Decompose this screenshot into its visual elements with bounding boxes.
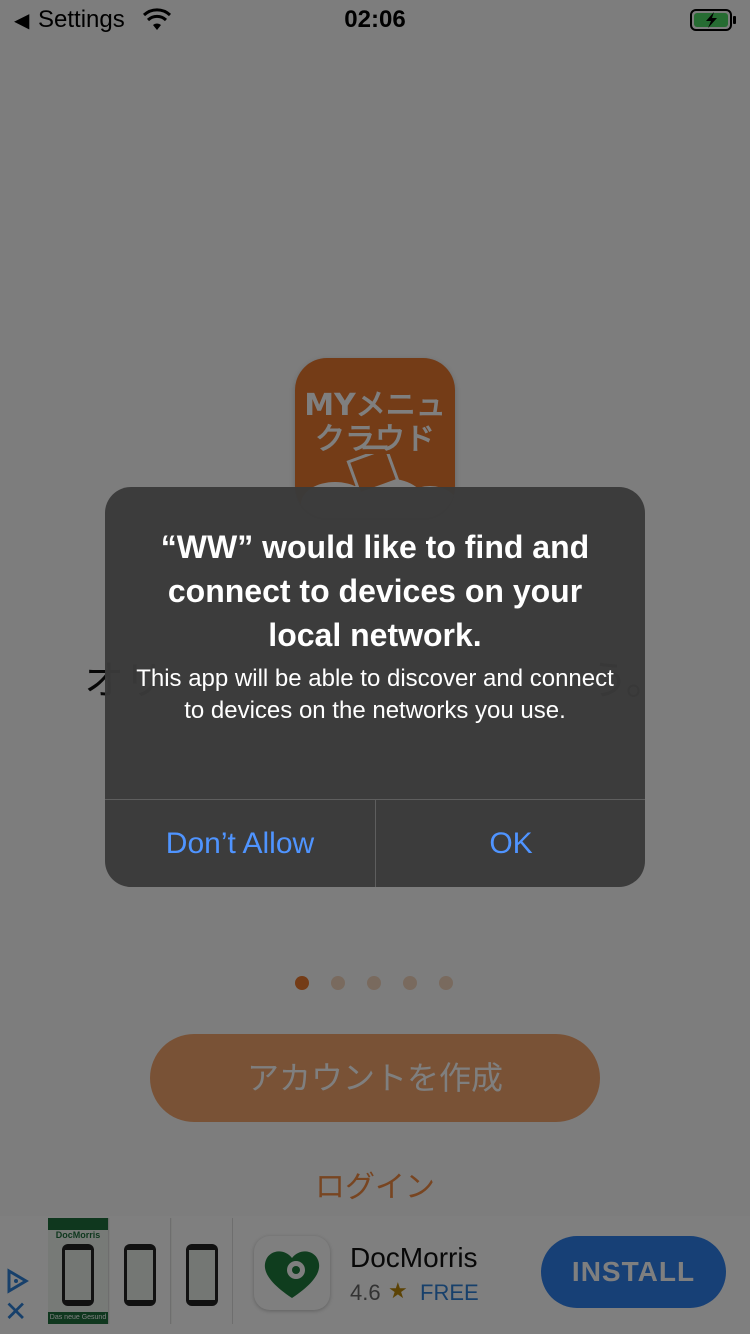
dont-allow-button[interactable]: Don’t Allow <box>105 800 375 887</box>
alert-message: This app will be able to discover and co… <box>136 665 614 724</box>
alert-title: “WW” would like to find and connect to d… <box>160 529 590 653</box>
ok-button[interactable]: OK <box>376 800 645 887</box>
local-network-permission-alert: “WW” would like to find and connect to d… <box>105 487 645 887</box>
